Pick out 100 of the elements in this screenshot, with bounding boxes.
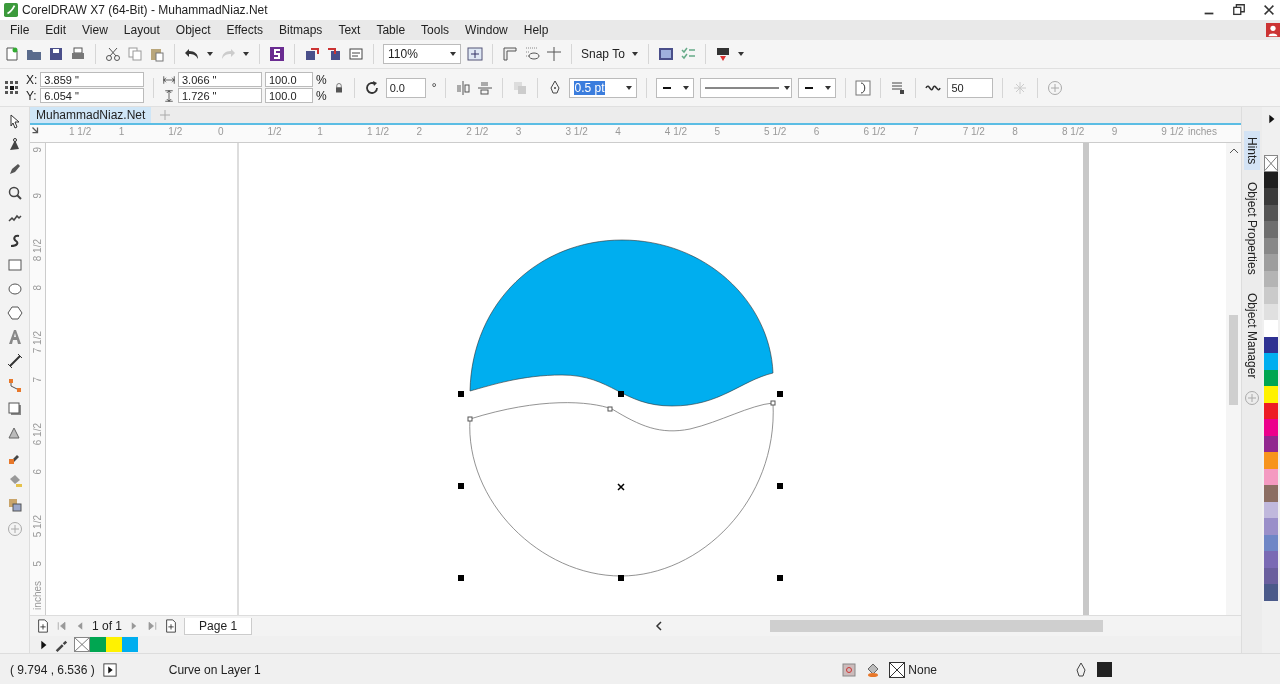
rotation-field[interactable]: 0.0 (385, 77, 426, 98)
selection-handle[interactable] (618, 391, 624, 397)
color-swatch[interactable] (1264, 485, 1278, 502)
line-style-dropdown[interactable] (700, 77, 793, 98)
caret-icon[interactable] (242, 50, 250, 58)
wrap-text-icon[interactable] (890, 79, 907, 96)
play-icon[interactable] (102, 662, 117, 677)
zoom-icon[interactable] (6, 185, 23, 201)
close-curve-icon[interactable] (855, 79, 872, 96)
menu-item[interactable]: File (2, 20, 38, 40)
document-tab[interactable]: MuhammadNiaz.Net (30, 107, 152, 123)
palette-menu-icon[interactable] (38, 638, 48, 651)
chevron-icon[interactable] (625, 83, 634, 92)
scroll-up-icon[interactable] (1228, 147, 1239, 155)
chevron-icon[interactable] (682, 83, 691, 92)
color-swatch[interactable] (1264, 452, 1278, 469)
copy-icon[interactable] (127, 46, 143, 62)
outline-pen-icon[interactable] (1073, 661, 1089, 678)
color-swatch[interactable] (1264, 419, 1278, 436)
menu-item[interactable]: Edit (37, 20, 75, 40)
print-icon[interactable] (70, 46, 86, 62)
rotate-icon[interactable] (363, 79, 380, 96)
color-swatch[interactable] (1264, 353, 1278, 370)
docker-tab[interactable]: Object Manager (1244, 287, 1260, 385)
color-swatch[interactable] (1264, 386, 1278, 403)
ellipse-icon[interactable] (6, 281, 23, 297)
color-swatch[interactable] (1264, 254, 1278, 271)
color-swatch[interactable] (1264, 320, 1278, 337)
transparency-icon[interactable] (6, 425, 23, 441)
text-icon[interactable] (6, 329, 23, 345)
selection-handle[interactable] (777, 391, 783, 397)
dimension-icon[interactable] (6, 353, 23, 369)
no-fill-icon[interactable] (889, 661, 906, 678)
selection-handle[interactable] (777, 483, 783, 489)
restore-icon[interactable] (1232, 3, 1246, 17)
no-color-swatch[interactable] (74, 637, 90, 652)
scale-y-field[interactable]: 100.0 (265, 88, 313, 103)
zoom-dropdown[interactable]: 110% (383, 44, 461, 64)
scrollbar-thumb[interactable] (1229, 315, 1238, 405)
polygon-icon[interactable] (6, 305, 23, 321)
width-field[interactable]: 3.066 " (178, 72, 262, 87)
menu-item[interactable]: Tools (413, 20, 458, 40)
menu-item[interactable]: Object (167, 20, 219, 40)
rectangle-icon[interactable] (6, 257, 23, 273)
palette-scroll-icon[interactable] (1266, 113, 1276, 125)
smoothing-field[interactable]: 50 (947, 77, 994, 98)
chevron-icon[interactable] (783, 83, 792, 92)
rulers-icon[interactable] (502, 46, 518, 62)
color-swatch[interactable] (106, 637, 122, 652)
selection-handle[interactable] (458, 483, 464, 489)
width-icon[interactable] (163, 73, 175, 86)
drop-shadow-icon[interactable] (6, 401, 23, 417)
add-tool-icon[interactable] (6, 521, 23, 537)
menu-item[interactable]: Text (330, 20, 369, 40)
options-icon[interactable] (657, 46, 674, 62)
checklist-icon[interactable] (679, 46, 696, 62)
target-icon[interactable] (841, 661, 858, 678)
scale-x-field[interactable]: 100.0 (265, 72, 313, 87)
menu-item[interactable]: Help (515, 20, 557, 40)
end-arrow-dropdown[interactable] (798, 77, 837, 98)
guidelines-icon[interactable] (546, 46, 562, 62)
mirror-vertical-icon[interactable] (477, 79, 494, 96)
menu-item[interactable]: View (74, 20, 116, 40)
nodes-icon[interactable] (1012, 79, 1029, 96)
search-content-icon[interactable] (269, 46, 285, 62)
caret-icon[interactable] (736, 50, 745, 58)
add-docker-icon[interactable] (1244, 390, 1260, 407)
y-position-field[interactable]: 6.054 " (40, 88, 144, 103)
docker-tab[interactable]: Object Properties (1244, 176, 1260, 282)
scroll-left-icon[interactable] (654, 620, 665, 632)
add-page-icon[interactable] (36, 619, 50, 633)
selection-handle[interactable] (618, 575, 624, 581)
close-icon[interactable] (1262, 3, 1276, 17)
mirror-horizontal-icon[interactable] (455, 79, 472, 96)
menu-item[interactable]: Window (457, 20, 516, 40)
menu-item[interactable]: Bitmaps (271, 20, 331, 40)
menu-item[interactable]: Layout (115, 20, 168, 40)
first-page-icon[interactable] (56, 620, 68, 632)
connector-icon[interactable] (6, 377, 23, 393)
menu-item[interactable]: Effects (218, 20, 271, 40)
height-field[interactable]: 1.726 " (178, 88, 262, 103)
color-swatch[interactable] (1264, 584, 1278, 601)
menu-item[interactable]: Table (368, 20, 414, 40)
save-icon[interactable] (48, 46, 64, 62)
color-swatch[interactable] (90, 637, 106, 652)
chevron-icon[interactable] (824, 83, 833, 92)
center-mark-icon[interactable] (617, 483, 625, 491)
selection-handle[interactable] (458, 391, 464, 397)
color-swatch[interactable] (1264, 188, 1278, 205)
node-handle[interactable] (467, 416, 473, 422)
import-icon[interactable] (304, 46, 320, 62)
docker-tab[interactable]: Hints (1244, 131, 1260, 171)
color-swatch[interactable] (1264, 551, 1278, 568)
caret-icon[interactable] (630, 50, 639, 58)
user-icon[interactable] (1266, 23, 1280, 37)
export-icon[interactable] (326, 46, 342, 62)
chevron-icon[interactable] (449, 50, 457, 58)
snap-to-dropdown[interactable]: Snap To (581, 47, 625, 61)
color-swatch[interactable] (1264, 287, 1278, 304)
color-swatch[interactable] (1264, 518, 1278, 535)
